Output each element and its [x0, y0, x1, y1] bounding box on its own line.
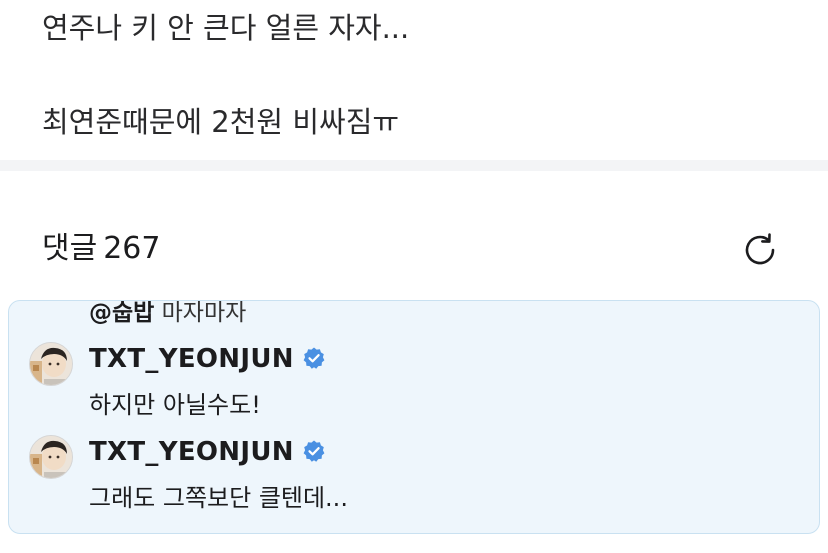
quoted-text: 마자마자	[161, 300, 247, 326]
post-text-line-1: 연주나 키 안 큰다 얼른 자자...	[42, 11, 410, 45]
avatar[interactable]	[29, 435, 73, 479]
weverse-post-page: 연주나 키 안 큰다 얼른 자자... 최연준때문에 2천원 비싸짐ㅠ 댓글 26…	[0, 0, 828, 553]
reply-text: 그래도 그쪽보단 클텐데...	[89, 484, 348, 512]
avatar[interactable]	[29, 342, 73, 386]
quoted-comment: @숩밥 마자마자	[89, 300, 247, 327]
avatar-image	[30, 436, 72, 478]
verified-badge-icon	[303, 347, 325, 369]
refresh-button[interactable]	[740, 230, 780, 270]
post-text-line-2: 최연준때문에 2천원 비싸짐ㅠ	[42, 105, 400, 139]
refresh-icon	[745, 233, 775, 265]
comment-thread: @숩밥 마자마자 TXT_YEONJUN 하지만 아닐수도! TXT_YEONJ…	[8, 300, 820, 534]
verified-badge-icon	[303, 440, 325, 462]
section-divider	[0, 160, 828, 171]
quoted-mention[interactable]: @숩밥	[89, 301, 154, 326]
avatar-image	[30, 343, 72, 385]
comments-header: 댓글 267	[42, 230, 160, 268]
reply-author[interactable]: TXT_YEONJUN	[89, 342, 326, 376]
comments-count: 267	[103, 231, 161, 266]
comments-title: 댓글	[42, 231, 98, 266]
reply-author[interactable]: TXT_YEONJUN	[89, 435, 326, 469]
author-name: TXT_YEONJUN	[89, 437, 294, 467]
author-name: TXT_YEONJUN	[89, 344, 294, 374]
reply-text: 하지만 아닐수도!	[89, 391, 261, 419]
